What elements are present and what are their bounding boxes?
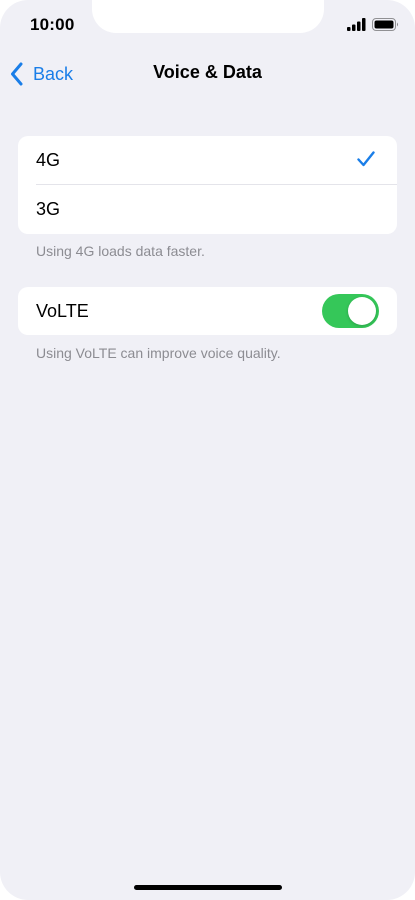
volte-group: VoLTE <box>18 287 397 335</box>
signal-icon <box>347 18 366 31</box>
volte-footer-note: Using VoLTE can improve voice quality. <box>36 345 281 361</box>
phone-screen: 10:00 Back Voice & Data 4G 3G Using 4G l… <box>0 0 415 900</box>
network-option-4g[interactable]: 4G <box>18 136 397 184</box>
network-option-label: 4G <box>36 149 61 170</box>
network-option-label: 3G <box>36 198 61 219</box>
volte-toggle[interactable] <box>322 294 379 328</box>
toggle-knob <box>348 297 376 325</box>
notch <box>92 0 324 33</box>
battery-icon <box>372 18 398 31</box>
checkmark-icon <box>357 151 375 167</box>
network-footer-note: Using 4G loads data faster. <box>36 243 205 259</box>
network-options-group: 4G 3G <box>18 136 397 234</box>
network-option-3g[interactable]: 3G <box>18 185 397 233</box>
volte-label: VoLTE <box>36 300 89 321</box>
home-indicator[interactable] <box>134 885 282 890</box>
volte-row: VoLTE <box>18 287 397 335</box>
page-title: Voice & Data <box>153 62 262 82</box>
status-time: 10:00 <box>30 15 75 34</box>
